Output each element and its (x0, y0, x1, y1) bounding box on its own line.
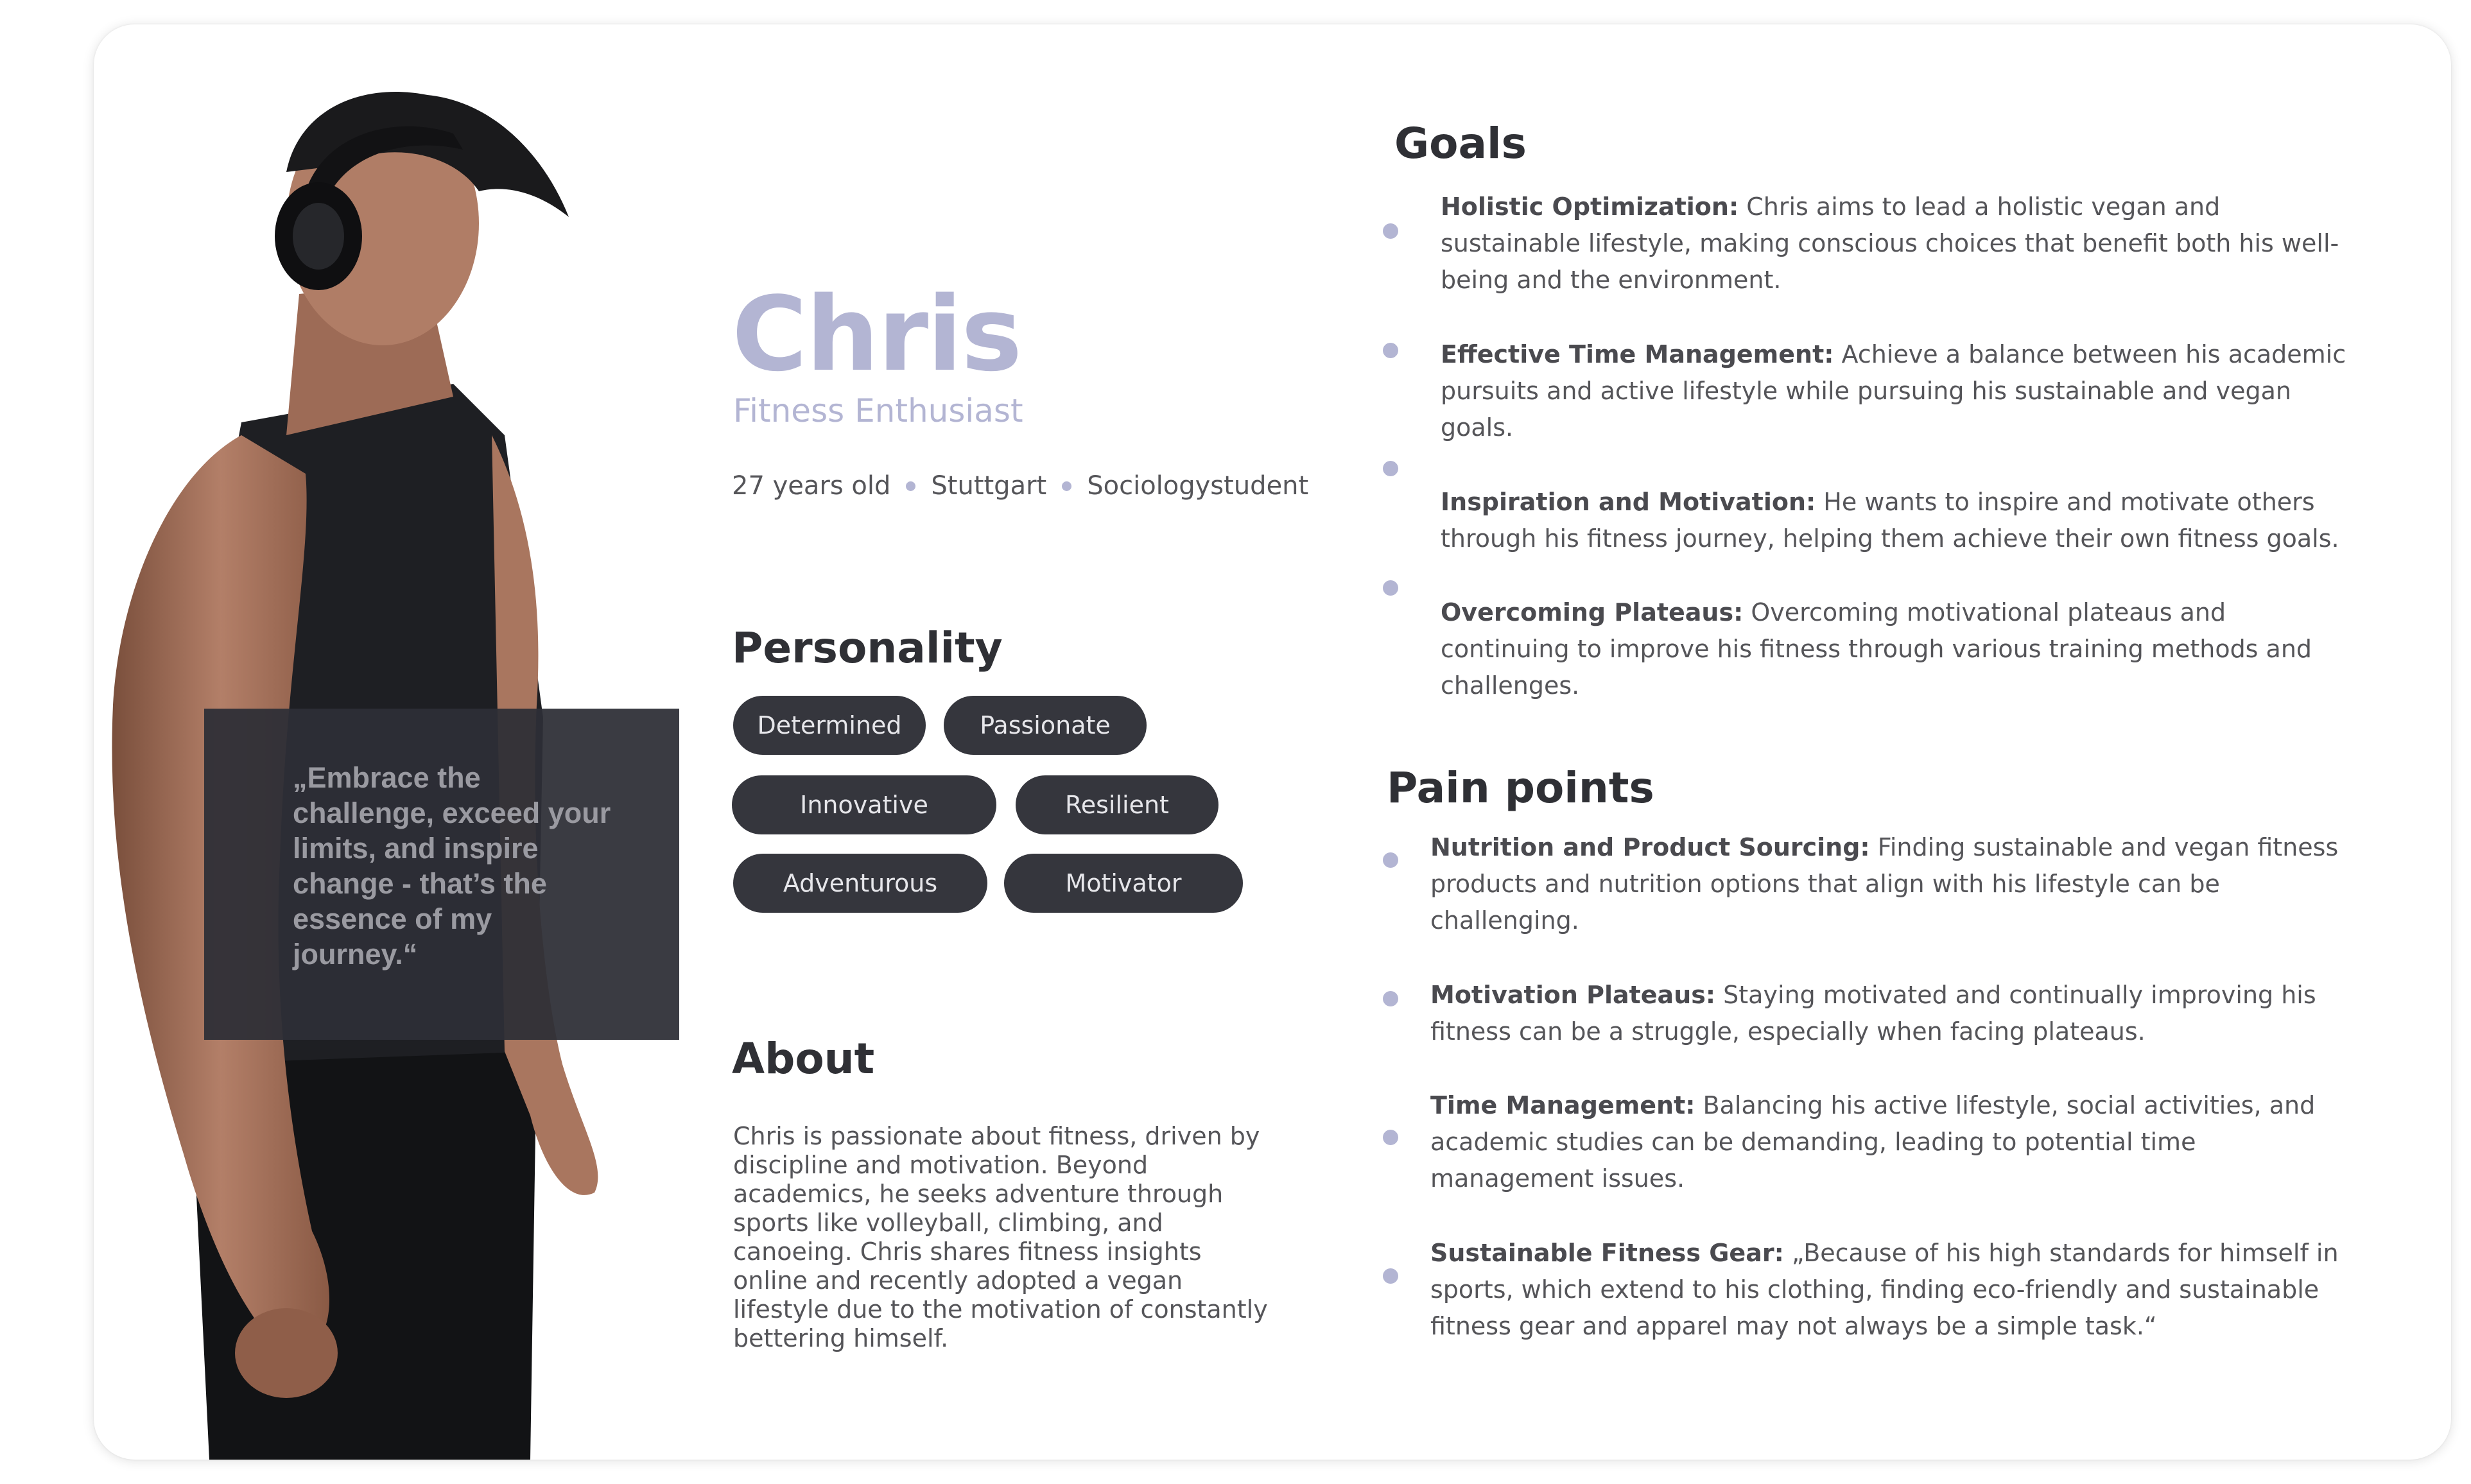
meta-occupation: Sociologystudent (1087, 471, 1309, 501)
trait-chip: Motivator (1004, 854, 1243, 913)
bullet-icon (1383, 852, 1398, 868)
bullet-icon (1383, 580, 1398, 596)
goal-item: Effective Time Management: Achieve a bal… (1441, 336, 2359, 446)
trait-chip: Resilient (1016, 775, 1218, 834)
pain-point-label: Sustainable Fitness Gear: (1430, 1239, 1784, 1267)
goal-item: Holistic Optimization: Chris aims to lea… (1441, 189, 2359, 298)
bullet-icon (1383, 1268, 1398, 1284)
bullet-icon (1383, 223, 1398, 239)
separator-dot-icon (906, 481, 916, 491)
goal-item: Overcoming Plateaus: Overcoming motivati… (1441, 594, 2359, 704)
persona-meta: 27 years old Stuttgart Sociologystudent (732, 470, 1308, 502)
bullet-icon (1383, 1130, 1398, 1145)
goal-label: Inspiration and Motivation: (1441, 488, 1816, 516)
pain-point-item: Nutrition and Product Sourcing: Finding … (1430, 829, 2348, 939)
pain-point-item: Motivation Plateaus: Staying motivated a… (1430, 977, 2348, 1050)
about-text: Chris is passionate about fitness, drive… (733, 1122, 1268, 1352)
bullet-icon (1383, 343, 1398, 358)
persona-name: Chris (732, 274, 1022, 394)
pain-points-title: Pain points (1387, 763, 1654, 813)
meta-city: Stuttgart (931, 471, 1047, 501)
persona-role: Fitness Enthusiast (733, 392, 1023, 429)
pain-point-item: Sustainable Fitness Gear: „Because of hi… (1430, 1235, 2348, 1345)
trait-chip: Adventurous (733, 854, 987, 913)
trait-chip: Passionate (944, 696, 1147, 755)
goal-label: Holistic Optimization: (1441, 193, 1739, 221)
about-title: About (732, 1034, 875, 1083)
bullet-icon (1383, 991, 1398, 1006)
bullet-icon (1383, 461, 1398, 476)
pain-point-label: Time Management: (1430, 1091, 1695, 1119)
goal-label: Overcoming Plateaus: (1441, 598, 1744, 626)
pain-point-label: Nutrition and Product Sourcing: (1430, 833, 1870, 861)
persona-card: „Embrace the challenge, exceed your limi… (94, 24, 2451, 1460)
trait-chip: Innovative (732, 775, 996, 834)
goal-label: Effective Time Management: (1441, 340, 1834, 368)
persona-photo: „Embrace the challenge, exceed your limi… (94, 24, 774, 1460)
quote-box: „Embrace the challenge, exceed your limi… (204, 709, 679, 1040)
pain-point-item: Time Management: Balancing his active li… (1430, 1087, 2348, 1197)
goals-title: Goals (1394, 119, 1527, 168)
meta-age: 27 years old (732, 471, 891, 501)
personality-title: Personality (732, 623, 1003, 673)
goal-item: Inspiration and Motivation: He wants to … (1441, 484, 2359, 557)
pain-point-label: Motivation Plateaus: (1430, 981, 1716, 1009)
separator-dot-icon (1062, 481, 1072, 491)
persona-quote: „Embrace the challenge, exceed your limi… (293, 761, 611, 971)
trait-chip: Determined (733, 696, 926, 755)
